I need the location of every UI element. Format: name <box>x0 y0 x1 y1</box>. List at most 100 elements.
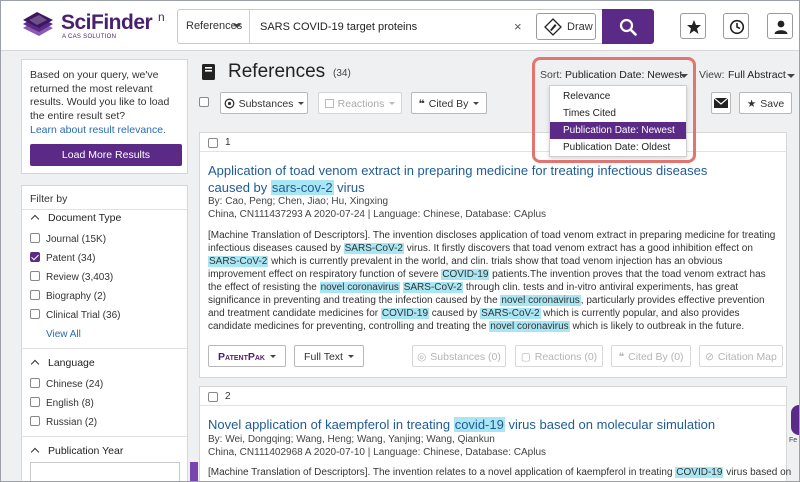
result-title-link[interactable]: Application of toad venom extract in pre… <box>208 162 728 196</box>
feedback-tab[interactable] <box>791 405 799 435</box>
reaction-icon <box>324 99 334 108</box>
view-dropdown[interactable]: Full Abstract <box>728 69 786 81</box>
reactions-count-button[interactable]: ▢ Reactions (0) <box>515 345 603 367</box>
search-input[interactable] <box>260 10 500 43</box>
scifinder-logo-icon <box>23 12 53 36</box>
checkbox[interactable] <box>30 290 40 300</box>
book-icon <box>202 64 215 80</box>
select-all-checkbox[interactable] <box>199 97 209 107</box>
document-type-section-toggle[interactable]: Document Type <box>30 212 121 224</box>
filter-russian[interactable]: Russian (2) <box>30 416 97 428</box>
load-more-results-button[interactable]: Load More Results <box>30 144 182 166</box>
checkbox[interactable] <box>30 233 40 243</box>
abstract-highlight: COVID-19 <box>675 467 724 478</box>
cited-by-count-button[interactable]: ❝ Cited By (0) <box>611 345 691 367</box>
reaction-icon: ▢ <box>520 351 531 363</box>
substances-count-button[interactable]: ◎ Substances (0) <box>412 345 506 367</box>
abstract-highlight: SARS-CoV-2 <box>480 308 541 319</box>
checkbox[interactable] <box>30 397 40 407</box>
search-type-dropdown[interactable]: References <box>178 10 250 43</box>
abstract-highlight: novel coronavirus <box>500 295 581 306</box>
history-button[interactable] <box>723 13 749 39</box>
checkbox[interactable] <box>30 271 40 281</box>
star-icon <box>687 20 701 34</box>
view-label: View: <box>699 69 725 81</box>
abstract-text: caused by <box>429 308 481 319</box>
feedback-label: Fe <box>789 437 798 444</box>
result-title-link[interactable]: Novel application of kaempferol in treat… <box>208 416 788 433</box>
favorites-button[interactable] <box>680 13 706 39</box>
divider <box>22 436 187 437</box>
result-authors: By: Cao, Peng; Chen, Jiao; Hu, Xingxing <box>208 196 389 207</box>
filter-clinical-trial[interactable]: Clinical Trial (36) <box>30 309 120 321</box>
full-text-dropdown[interactable]: Full Text <box>294 345 364 367</box>
checkbox[interactable] <box>30 416 40 426</box>
filter-review[interactable]: Review (3,403) <box>30 271 113 283</box>
callout-highlight <box>532 57 696 163</box>
substance-icon <box>224 98 235 109</box>
user-icon <box>774 20 788 34</box>
divider <box>22 348 187 349</box>
quote-icon: ❝ <box>418 98 425 110</box>
substances-label: Substances <box>238 98 294 110</box>
quote-icon: ❝ <box>618 351 625 363</box>
filter-biography[interactable]: Biography (2) <box>30 290 106 302</box>
citation-map-label: Citation Map <box>717 351 777 363</box>
chevron-down-icon <box>347 355 354 358</box>
relevance-link[interactable]: Learn about result relevance. <box>30 124 166 136</box>
clear-icon[interactable]: × <box>514 19 522 34</box>
view-all-link[interactable]: View All <box>46 329 81 340</box>
result-checkbox[interactable] <box>208 392 218 402</box>
result-abstract: [Machine Translation of Descriptors]. Th… <box>208 229 780 333</box>
result-checkbox[interactable] <box>208 138 218 148</box>
abstract-highlight: SARS-CoV-2 <box>208 256 269 267</box>
reactions-dropdown[interactable]: Reactions <box>318 92 402 114</box>
result-card-header: 1 <box>200 133 786 152</box>
result-count: (34) <box>333 68 351 79</box>
filter-journal[interactable]: Journal (15K) <box>30 233 106 245</box>
checkbox[interactable] <box>30 309 40 319</box>
filter-by-heading: Filter by <box>30 193 68 205</box>
filter-english[interactable]: English (8) <box>30 397 94 409</box>
scifinder-logo[interactable]: SciFinder n A CAS SOLUTION <box>21 10 171 42</box>
checkbox[interactable] <box>30 378 40 388</box>
abstract-text: virus. It firstly discovers that toad ve… <box>404 243 753 254</box>
filter-label: Patent (34) <box>46 253 96 264</box>
divider <box>22 209 187 210</box>
patentpak-dropdown[interactable]: PatentPak <box>208 345 286 367</box>
filter-label: English (8) <box>46 398 94 409</box>
publication-year-section-toggle[interactable]: Publication Year <box>30 445 123 457</box>
title-text: Novel application of kaempferol in treat… <box>208 417 454 432</box>
account-button[interactable] <box>767 13 793 39</box>
result-source: China, CN111402968 A 2020-07-10 | Langua… <box>208 447 547 458</box>
relevance-notice-text: Based on your query, we've returned the … <box>30 69 170 122</box>
cited-by-label: Cited By <box>428 98 469 110</box>
draw-label: Draw <box>567 21 593 33</box>
checkbox-checked[interactable] <box>30 252 40 262</box>
abstract-highlight: SARS-CoV-2 <box>402 282 464 293</box>
clock-icon <box>729 19 745 35</box>
title-text: virus <box>333 180 365 195</box>
language-section-toggle[interactable]: Language <box>30 357 95 369</box>
result-card: 2 Novel application of kaempferol in tre… <box>199 386 791 481</box>
title-text: virus based on molecular simulation <box>504 417 716 432</box>
title-highlight: sars-cov-2 <box>270 180 334 195</box>
publication-year-heading: Publication Year <box>48 445 124 457</box>
save-button[interactable]: ★ Save <box>739 92 792 114</box>
language-heading: Language <box>48 357 95 369</box>
citation-map-button[interactable]: ⊘ Citation Map <box>699 345 783 367</box>
filter-label: Russian (2) <box>46 417 98 428</box>
filter-chinese[interactable]: Chinese (24) <box>30 378 103 390</box>
reactions-label: Reactions <box>337 98 385 110</box>
email-button[interactable] <box>711 92 731 114</box>
filter-patent[interactable]: Patent (34) <box>30 252 95 264</box>
draw-button[interactable]: Draw <box>536 13 596 40</box>
abstract-highlight: COVID-19 <box>380 308 430 319</box>
result-abstract: [Machine Translation of Descriptors]. Th… <box>208 466 792 479</box>
publication-year-histogram[interactable] <box>30 462 180 481</box>
substances-dropdown[interactable]: Substances <box>220 92 308 114</box>
search-button[interactable] <box>602 9 654 44</box>
draw-pencil-icon <box>544 18 562 36</box>
abstract-text: which is likely to outbreak in the futur… <box>569 321 745 332</box>
cited-by-dropdown[interactable]: ❝ Cited By <box>411 92 487 114</box>
